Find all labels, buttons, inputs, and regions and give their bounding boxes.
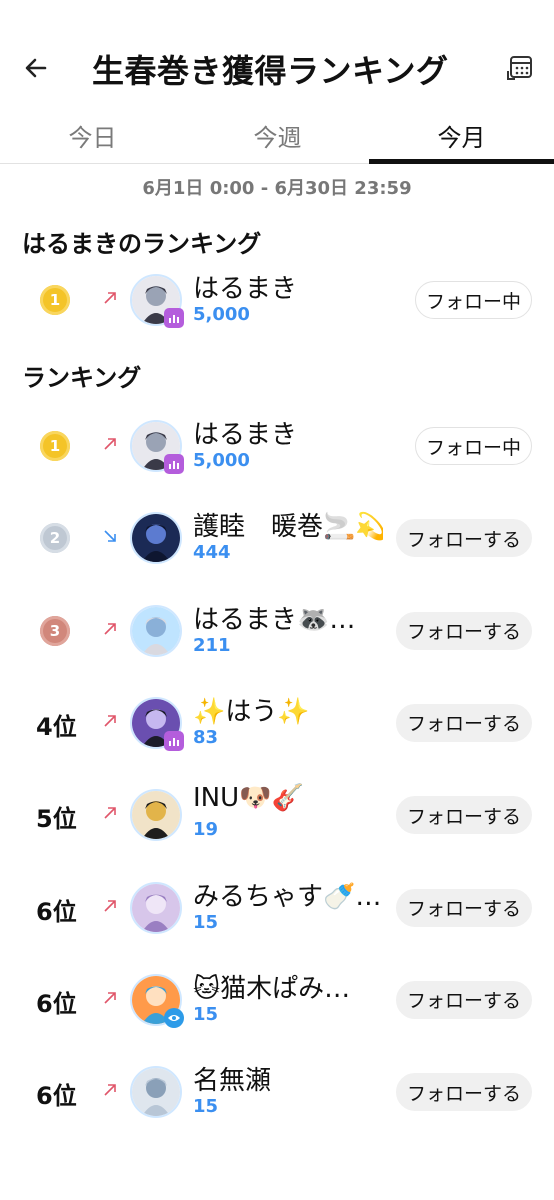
page-title: 生春巻き獲得ランキング — [92, 52, 449, 90]
rank-position: 4位 — [36, 712, 77, 741]
user-name[interactable]: ✨はう✨ — [193, 691, 310, 728]
score-value: 15 — [193, 1096, 219, 1118]
follow-button[interactable]: フォローする — [395, 796, 532, 835]
ranking-row[interactable]: 6位 名無瀬 15 フォローする — [0, 1052, 554, 1132]
user-name[interactable]: はるまき — [193, 414, 297, 451]
trend-up-icon — [104, 807, 116, 819]
my-ranking-title: はるまきのランキング — [22, 230, 262, 258]
period-range: 6月1日 0:00 - 6月30日 23:59 — [142, 178, 412, 199]
ranking-row[interactable]: 2 護睦 暖巻🚬💫 444 フォローする — [0, 498, 554, 578]
follow-button[interactable]: フォローする — [395, 1073, 532, 1112]
tab-indicator — [369, 159, 554, 164]
score-value: 444 — [193, 542, 231, 564]
follow-button[interactable]: フォローする — [395, 980, 532, 1019]
eye-icon — [164, 1007, 184, 1028]
trend-up-icon — [104, 622, 116, 635]
ranking-title: ランキング — [22, 364, 142, 392]
rank-medal-1: 1 — [40, 285, 70, 315]
trend-up-icon — [104, 438, 116, 450]
rank-position: 6位 — [36, 989, 77, 1018]
ranking-row[interactable]: 1 はるまき 5,000 フォロー中 — [0, 406, 554, 486]
user-name[interactable]: はるまき — [193, 268, 297, 305]
following-button[interactable]: フォロー中 — [414, 281, 532, 319]
user-name[interactable]: みるちゃす🍼… — [193, 876, 381, 913]
trend-up-icon — [104, 292, 116, 304]
trend-down-icon — [104, 530, 116, 543]
user-name[interactable]: INU🐶🎸 — [193, 783, 304, 813]
user-avatar[interactable] — [130, 789, 182, 842]
tab-today[interactable]: 今日 — [0, 106, 185, 164]
user-avatar[interactable] — [130, 1066, 182, 1119]
user-name[interactable]: 護睦 暖巻🚬💫 — [193, 506, 383, 543]
ranking-row[interactable]: 3 はるまき🦝… 211 フォローする — [0, 591, 554, 671]
rank-medal-2: 2 — [40, 523, 70, 554]
rank-position: 5位 — [36, 805, 77, 834]
follow-button[interactable]: フォローする — [395, 703, 532, 742]
arrow-left-icon — [25, 58, 47, 78]
follow-button[interactable]: フォローする — [395, 611, 532, 650]
user-name[interactable]: はるまき🦝… — [193, 599, 355, 636]
trend-up-icon — [104, 899, 116, 912]
score-value: 5,000 — [193, 304, 250, 325]
user-avatar[interactable] — [130, 881, 182, 934]
app-header: 生春巻き獲得ランキング — [0, 0, 554, 110]
tab-month[interactable]: 今月 — [369, 106, 554, 164]
following-button[interactable]: フォロー中 — [414, 427, 532, 465]
score-value: 83 — [193, 726, 219, 748]
score-value: 15 — [193, 911, 219, 933]
rank-medal-1: 1 — [40, 431, 70, 461]
back-button[interactable] — [18, 50, 54, 86]
live-bars-icon — [164, 308, 184, 328]
rank-position: 6位 — [36, 1082, 77, 1111]
user-avatar[interactable] — [130, 512, 182, 565]
calendar-list-icon — [507, 56, 532, 80]
ranking-row[interactable]: 4位 ✨はう✨ 83 フォローする — [0, 683, 554, 763]
user-avatar[interactable] — [130, 604, 182, 657]
rank-medal-3: 3 — [40, 615, 70, 646]
my-ranking-row[interactable]: 1 はるまき 5,000 フォロー中 — [0, 260, 554, 340]
score-value: 19 — [193, 819, 219, 841]
rank-position: 6位 — [36, 897, 77, 926]
trend-up-icon — [104, 1084, 116, 1096]
trend-up-icon — [104, 715, 116, 727]
score-value: 15 — [193, 1003, 219, 1025]
period-tabs: 今日 今週 今月 — [0, 106, 554, 164]
follow-button[interactable]: フォローする — [395, 888, 532, 927]
calendar-menu-button[interactable] — [500, 50, 540, 86]
tab-week[interactable]: 今週 — [185, 106, 370, 164]
score-value: 5,000 — [193, 450, 250, 471]
ranking-row[interactable]: 6位 みるちゃす🍼… 15 フォローする — [0, 868, 554, 948]
user-name[interactable]: 名無瀬 — [193, 1060, 271, 1097]
follow-button[interactable]: フォローする — [395, 519, 532, 558]
user-name[interactable]: 🐱猫木ぱみ… — [193, 968, 350, 1005]
live-bars-icon — [164, 730, 184, 751]
ranking-row[interactable]: 6位 🐱猫木ぱみ… 15 フォローする — [0, 960, 554, 1040]
live-bars-icon — [164, 454, 184, 474]
score-value: 211 — [193, 634, 231, 656]
trend-up-icon — [104, 991, 116, 1004]
ranking-row[interactable]: 5位 INU🐶🎸 19 フォローする — [0, 775, 554, 855]
